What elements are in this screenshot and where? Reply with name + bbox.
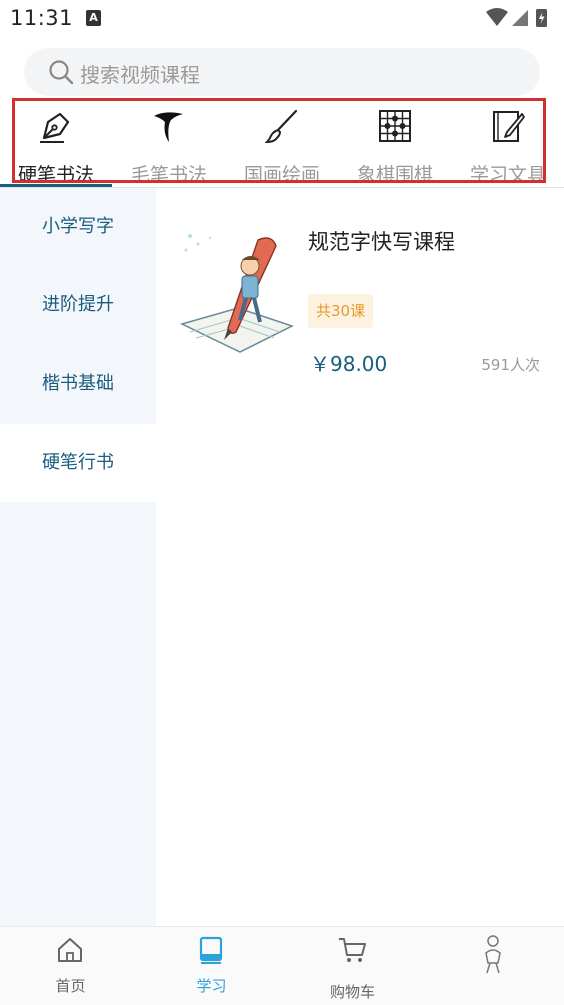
cart-icon — [339, 938, 366, 962]
side-menu-item[interactable]: 进阶提升 — [0, 266, 156, 344]
nav-item-profile[interactable] — [423, 927, 564, 1005]
bottom-nav: 首页 学习 购物车 — [0, 926, 564, 1005]
notification-icon: A — [86, 10, 101, 26]
search-icon — [49, 60, 74, 85]
home-icon — [58, 938, 82, 962]
course-thumbnail-image — [180, 228, 294, 360]
wifi-icon — [486, 8, 508, 26]
side-menu-item[interactable]: 小学写字 — [0, 188, 156, 266]
nav-label: 学习 — [196, 977, 227, 995]
course-title[interactable]: 规范字快写课程 — [308, 226, 455, 256]
course-card[interactable]: 规范字快写课程 共30课 ￥98.00 591人次 — [156, 188, 564, 388]
search-input-placeholder[interactable]: 搜索视频课程 — [80, 59, 200, 88]
nav-label: 购物车 — [329, 983, 375, 1001]
nav-item-home[interactable]: 首页 — [0, 927, 141, 1005]
side-menu-item-active[interactable]: 硬笔行书 — [0, 424, 156, 502]
side-menu: 小学写字 进阶提升 楷书基础 硬笔行书 — [0, 188, 156, 926]
profile-sketch-icon — [485, 935, 501, 974]
lesson-count-badge: 共30课 — [308, 294, 374, 328]
nav-item-cart[interactable]: 购物车 — [282, 927, 423, 1005]
side-menu-item[interactable]: 楷书基础 — [0, 345, 156, 423]
course-price: ￥98.00 — [310, 352, 388, 376]
signal-icon — [512, 10, 528, 26]
search-bar[interactable]: 搜索视频课程 — [24, 48, 540, 96]
book-icon — [199, 936, 223, 964]
status-time: 11:31 — [10, 6, 74, 30]
system-status-icons — [486, 8, 547, 27]
enrollment-count: 591人次 — [481, 356, 540, 374]
status-bar: 11:31 A — [0, 0, 564, 38]
nav-item-study[interactable]: 学习 — [141, 927, 282, 1005]
category-tabs: 硬笔书法 毛笔书法 国画绘画 象棋围棋 学习文具 — [0, 98, 564, 186]
nav-label: 首页 — [55, 977, 86, 995]
category-highlight-box — [12, 98, 546, 183]
